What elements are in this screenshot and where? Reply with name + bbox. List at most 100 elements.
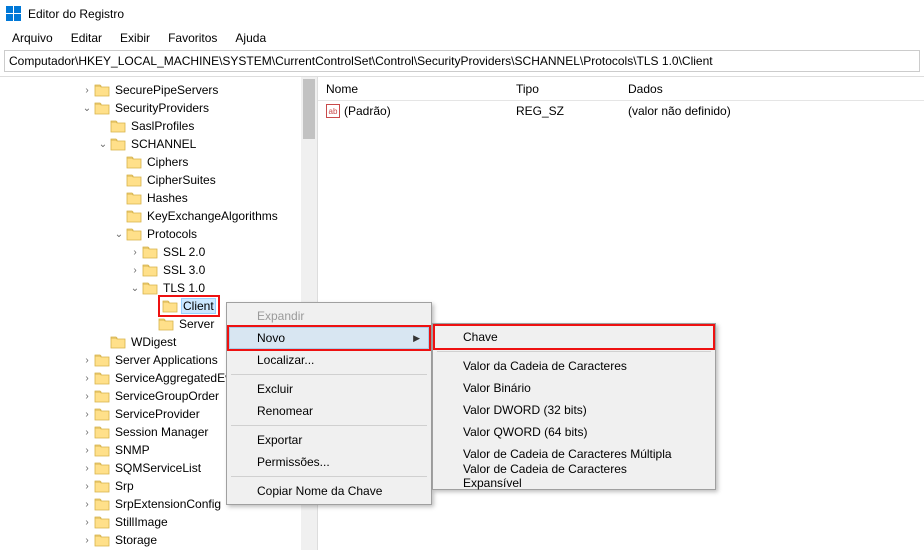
folder-icon [94, 479, 110, 493]
menu-separator [231, 374, 427, 375]
menu-separator [231, 425, 427, 426]
expand-icon[interactable]: › [80, 445, 94, 456]
folder-icon [142, 263, 158, 277]
menu-item-label: Valor de Cadeia de Caracteres Múltipla [463, 447, 672, 461]
collapse-icon[interactable]: ⌄ [128, 283, 142, 294]
menu-item[interactable]: Renomear [229, 400, 429, 422]
menu-item-label: Excluir [257, 382, 293, 396]
menu-arquivo[interactable]: Arquivo [4, 29, 61, 47]
menu-item[interactable]: Excluir [229, 378, 429, 400]
tree-node[interactable]: ⌄SecurityProviders [0, 99, 317, 117]
menu-item[interactable]: Copiar Nome da Chave [229, 480, 429, 502]
expand-icon[interactable]: › [128, 265, 142, 276]
tree-node[interactable]: › SecurePipeServers [0, 81, 317, 99]
expand-icon[interactable]: › [80, 355, 94, 366]
menu-item-label: Valor da Cadeia de Caracteres [463, 359, 627, 373]
tree-node[interactable]: › Storage [0, 531, 317, 549]
folder-icon [126, 209, 142, 223]
cell-type: REG_SZ [508, 102, 620, 120]
tree-label: TLS 1.0 [161, 280, 207, 296]
menu-editar[interactable]: Editar [63, 29, 110, 47]
folder-icon [162, 299, 178, 313]
folder-icon [142, 245, 158, 259]
menu-item-label: Renomear [257, 404, 313, 418]
expand-icon[interactable]: › [80, 463, 94, 474]
menu-item[interactable]: Valor da Cadeia de Caracteres [435, 355, 713, 377]
collapse-icon[interactable]: ⌄ [96, 139, 110, 150]
tree-label: WDigest [129, 334, 178, 350]
tree-label: Storage [113, 532, 159, 548]
folder-icon [94, 101, 110, 115]
menu-item[interactable]: Novo▶ [229, 327, 429, 349]
folder-icon [126, 155, 142, 169]
tree-label: Server [177, 316, 216, 332]
folder-icon [94, 443, 110, 457]
collapse-icon[interactable]: ⌄ [112, 229, 126, 240]
tree-node[interactable]: › SSL 2.0 [0, 243, 317, 261]
menu-item-label: Valor de Cadeia de Caracteres Expansível [463, 462, 683, 490]
col-header-type[interactable]: Tipo [508, 78, 620, 100]
regedit-icon [6, 6, 22, 22]
menu-item: Expandir [229, 305, 429, 327]
menu-item[interactable]: Valor de Cadeia de Caracteres Expansível [435, 465, 713, 487]
menu-item[interactable]: Valor QWORD (64 bits) [435, 421, 713, 443]
tree-label: SSL 2.0 [161, 244, 207, 260]
menu-separator [231, 476, 427, 477]
menu-item-label: Chave [463, 330, 498, 344]
expand-icon[interactable]: › [80, 481, 94, 492]
folder-icon [110, 137, 126, 151]
tree-label: SecurePipeServers [113, 82, 220, 98]
address-text: Computador\HKEY_LOCAL_MACHINE\SYSTEM\Cur… [9, 54, 713, 68]
scrollbar-thumb[interactable] [303, 79, 315, 139]
tree-node[interactable]: Ciphers [0, 153, 317, 171]
list-row[interactable]: ab(Padrão) REG_SZ (valor não definido) [318, 101, 924, 121]
expand-icon[interactable]: › [80, 535, 94, 546]
tree-node[interactable]: ›StorageManagement [0, 549, 317, 550]
menu-item[interactable]: Permissões... [229, 451, 429, 473]
tree-label: Ciphers [145, 154, 190, 170]
tree-node[interactable]: ›SSL 3.0 [0, 261, 317, 279]
tree-node[interactable]: Hashes [0, 189, 317, 207]
col-header-data[interactable]: Dados [620, 78, 924, 100]
folder-icon [110, 335, 126, 349]
address-bar[interactable]: Computador\HKEY_LOCAL_MACHINE\SYSTEM\Cur… [4, 50, 920, 72]
expand-icon[interactable]: › [80, 517, 94, 528]
cell-data: (valor não definido) [620, 102, 924, 120]
expand-icon[interactable]: › [80, 409, 94, 420]
expand-icon[interactable]: › [128, 247, 142, 258]
col-header-name[interactable]: Nome [318, 78, 508, 100]
menu-item[interactable]: Exportar [229, 429, 429, 451]
menu-item[interactable]: Chave [435, 326, 713, 348]
tree-label: ServiceGroupOrder [113, 388, 221, 404]
tree-node[interactable]: KeyExchangeAlgorithms [0, 207, 317, 225]
tree-node[interactable]: CipherSuites [0, 171, 317, 189]
expand-icon[interactable]: › [80, 373, 94, 384]
folder-icon [158, 317, 174, 331]
menu-item[interactable]: Valor Binário [435, 377, 713, 399]
folder-icon [94, 389, 110, 403]
tree-label: StillImage [113, 514, 170, 530]
menu-favoritos[interactable]: Favoritos [160, 29, 225, 47]
menu-item[interactable]: Valor DWORD (32 bits) [435, 399, 713, 421]
expand-icon[interactable]: › [80, 427, 94, 438]
expand-icon[interactable]: › [80, 85, 94, 96]
menu-item[interactable]: Localizar... [229, 349, 429, 371]
folder-icon [110, 119, 126, 133]
folder-icon [94, 533, 110, 547]
folder-icon [94, 371, 110, 385]
menu-exibir[interactable]: Exibir [112, 29, 158, 47]
collapse-icon[interactable]: ⌄ [80, 103, 94, 114]
tree-label: Srp [113, 478, 136, 494]
tree-node[interactable]: ⌄Protocols [0, 225, 317, 243]
expand-icon[interactable]: › [80, 391, 94, 402]
tree-node[interactable]: ⌄SCHANNEL [0, 135, 317, 153]
tree-node[interactable]: SaslProfiles [0, 117, 317, 135]
tree-label: KeyExchangeAlgorithms [145, 208, 280, 224]
tree-label: Server Applications [113, 352, 220, 368]
expand-icon[interactable]: › [80, 499, 94, 510]
tree-node[interactable]: › StillImage [0, 513, 317, 531]
menu-item-label: Exportar [257, 433, 302, 447]
folder-icon [142, 281, 158, 295]
menu-ajuda[interactable]: Ajuda [227, 29, 274, 47]
string-value-icon: ab [326, 104, 340, 118]
